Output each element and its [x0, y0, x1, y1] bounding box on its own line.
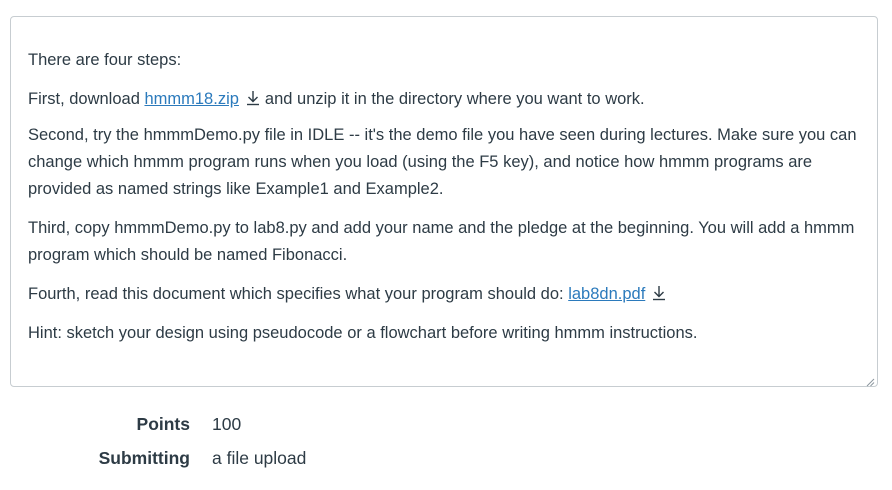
- step-one: First, download hmmm18.zip and unzip it i…: [28, 86, 860, 113]
- resize-grip-icon[interactable]: [865, 374, 875, 387]
- hint-text: Hint: sketch your design using pseudocod…: [28, 324, 698, 342]
- step-two: Second, try the hmmmDemo.py file in IDLE…: [28, 126, 857, 198]
- lab8dn-pdf-link[interactable]: lab8dn.pdf: [568, 285, 645, 303]
- step-three: Third, copy hmmmDemo.py to lab8.py and a…: [28, 219, 855, 264]
- submitting-label: Submitting: [98, 448, 190, 468]
- download-icon[interactable]: [651, 284, 667, 302]
- submitting-row: Submitting a file upload: [0, 448, 892, 472]
- points-label: Points: [136, 414, 190, 434]
- hmmm-zip-link[interactable]: hmmm18.zip: [144, 90, 238, 108]
- points-row: Points 100: [0, 414, 892, 438]
- intro-text: There are four steps:: [28, 51, 182, 69]
- step-one-suffix: and unzip it in the directory where you …: [264, 90, 645, 108]
- step-four: Fourth, read this document which specifi…: [28, 281, 860, 308]
- download-icon[interactable]: [245, 89, 261, 107]
- step-one-text: First, download: [28, 90, 145, 108]
- points-value: 100: [212, 414, 242, 434]
- submitting-value: a file upload: [212, 448, 307, 468]
- step-four-text: Fourth, read this document which specifi…: [28, 285, 569, 303]
- assignment-description: There are four steps: First, download hm…: [10, 16, 878, 387]
